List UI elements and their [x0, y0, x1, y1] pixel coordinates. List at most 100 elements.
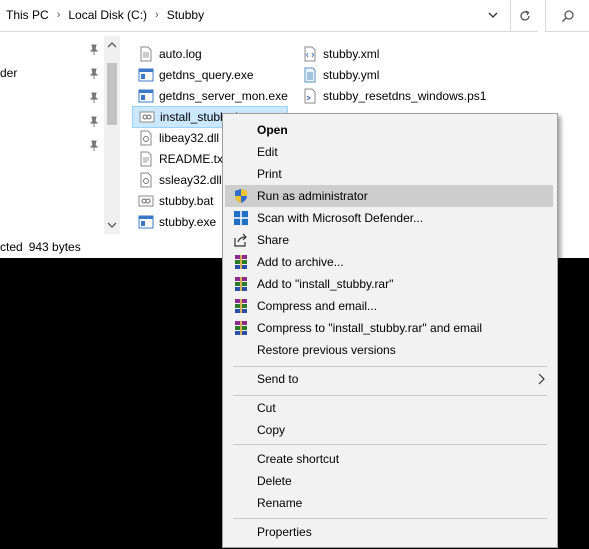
- pin-icon: [89, 44, 99, 55]
- dll-file-icon: [140, 130, 152, 146]
- breadcrumb-stubby[interactable]: Stubby: [167, 8, 204, 22]
- menu-item-open[interactable]: Open: [225, 119, 553, 141]
- menu-item-label: Restore previous versions: [257, 343, 396, 357]
- winrar-icon: [235, 299, 247, 313]
- status-selected-text: cted: [0, 240, 23, 254]
- menu-item-cut[interactable]: Cut: [225, 397, 553, 419]
- refresh-button[interactable]: [510, 0, 538, 32]
- menu-item-run-as-administrator[interactable]: Run as administrator: [225, 185, 553, 207]
- menu-item-label: Create shortcut: [257, 452, 340, 466]
- menu-item-label: Share: [257, 233, 290, 247]
- breadcrumb-local-disk[interactable]: Local Disk (C:): [68, 8, 147, 22]
- navigation-pane: der: [0, 32, 120, 238]
- menu-item-print[interactable]: Print: [225, 163, 553, 185]
- breadcrumb-this-pc[interactable]: This PC: [6, 8, 49, 22]
- winrar-icon: [235, 277, 247, 291]
- status-size: 943 bytes: [28, 240, 81, 254]
- menu-item-add-to-archive[interactable]: Add to archive...: [225, 251, 553, 273]
- menu-item-label: Open: [257, 123, 288, 137]
- menu-item-share[interactable]: Share: [225, 229, 553, 251]
- pin-icon: [89, 140, 99, 151]
- file-item[interactable]: stubby.exe: [132, 212, 216, 232]
- menu-separator: [233, 395, 547, 396]
- menu-item-edit[interactable]: Edit: [225, 141, 553, 163]
- breadcrumb-separator-icon[interactable]: ›: [57, 9, 61, 21]
- menu-item-send-to[interactable]: Send to: [225, 368, 553, 390]
- menu-item-label: Properties: [257, 525, 312, 539]
- nav-scrollbar[interactable]: [104, 36, 120, 234]
- file-item[interactable]: README.txt: [132, 149, 226, 169]
- file-name: getdns_query.exe: [159, 68, 254, 82]
- scroll-down-icon[interactable]: [107, 220, 117, 230]
- menu-item-properties[interactable]: Properties: [225, 521, 553, 543]
- file-item[interactable]: auto.log: [132, 44, 202, 64]
- file-name: auto.log: [159, 47, 202, 61]
- pin-icon: [89, 92, 99, 103]
- bat-file-icon: [139, 111, 155, 123]
- file-item[interactable]: stubby.xml: [296, 44, 379, 64]
- scroll-up-icon[interactable]: [107, 40, 117, 50]
- pin-icon: [89, 68, 99, 79]
- exe-file-icon: [138, 89, 154, 103]
- menu-item-restore-previous-versions[interactable]: Restore previous versions: [225, 339, 553, 361]
- file-name: stubby.exe: [159, 215, 217, 229]
- file-name: stubby.yml: [323, 68, 380, 82]
- menu-item-label: Cut: [257, 401, 276, 415]
- menu-item-rename[interactable]: Rename: [225, 492, 553, 514]
- menu-item-add-to-rar[interactable]: Add to "install_stubby.rar": [225, 273, 553, 295]
- ps1-file-icon: [304, 88, 316, 104]
- menu-item-label: Print: [257, 167, 282, 181]
- menu-item-label: Copy: [257, 423, 286, 437]
- file-name: libeay32.dll: [159, 131, 220, 145]
- file-item[interactable]: libeay32.dll: [132, 128, 219, 148]
- context-menu: Open Edit Print Run as administrator Sca…: [222, 113, 558, 548]
- menu-item-label: Add to archive...: [257, 255, 344, 269]
- menu-item-compress-rar-email[interactable]: Compress to "install_stubby.rar" and ema…: [225, 317, 553, 339]
- address-history-chevron-icon[interactable]: [486, 8, 500, 22]
- file-item[interactable]: stubby.yml: [296, 65, 379, 85]
- scrollbar-thumb[interactable]: [107, 63, 117, 125]
- menu-item-label: Send to: [257, 372, 299, 386]
- file-name: stubby.xml: [323, 47, 380, 61]
- search-icon: [562, 9, 574, 22]
- menu-item-compress-email[interactable]: Compress and email...: [225, 295, 553, 317]
- txt-file-icon: [140, 151, 152, 167]
- status-bar: cted 943 bytes: [0, 238, 81, 256]
- nav-item-label[interactable]: der: [0, 66, 17, 80]
- menu-item-label: Delete: [257, 474, 292, 488]
- dll-file-icon: [140, 172, 152, 188]
- file-item[interactable]: stubby.bat: [132, 191, 213, 211]
- breadcrumb: This PC › Local Disk (C:) › Stubby: [6, 8, 204, 22]
- file-name: README.txt: [159, 152, 227, 166]
- menu-item-scan-defender[interactable]: Scan with Microsoft Defender...: [225, 207, 553, 229]
- refresh-icon: [519, 9, 530, 21]
- menu-item-copy[interactable]: Copy: [225, 419, 553, 441]
- xml-file-icon: [304, 46, 316, 62]
- menu-item-create-shortcut[interactable]: Create shortcut: [225, 448, 553, 470]
- defender-icon: [234, 211, 248, 225]
- bat-file-icon: [138, 195, 154, 207]
- address-bar[interactable]: This PC › Local Disk (C:) › Stubby: [0, 0, 511, 32]
- file-name: ssleay32.dll: [159, 173, 222, 187]
- file-item[interactable]: getdns_server_mon.exe: [132, 86, 288, 106]
- file-name: stubby_resetdns_windows.ps1: [323, 89, 487, 103]
- menu-item-delete[interactable]: Delete: [225, 470, 553, 492]
- menu-item-label: Rename: [257, 496, 303, 510]
- file-name: getdns_server_mon.exe: [159, 89, 288, 103]
- menu-separator: [233, 444, 547, 445]
- menu-item-label: Compress to "install_stubby.rar" and ema…: [257, 321, 483, 335]
- menu-item-label: Run as administrator: [257, 189, 368, 203]
- menu-item-label: Add to "install_stubby.rar": [257, 277, 394, 291]
- winrar-icon: [235, 255, 247, 269]
- yml-file-icon: [304, 67, 316, 83]
- pin-icon: [89, 116, 99, 127]
- menu-item-label: Scan with Microsoft Defender...: [257, 211, 424, 225]
- breadcrumb-separator-icon[interactable]: ›: [155, 9, 159, 21]
- menu-separator: [233, 366, 547, 367]
- file-item[interactable]: ssleay32.dll: [132, 170, 222, 190]
- file-item[interactable]: getdns_query.exe: [132, 65, 254, 85]
- search-box[interactable]: [545, 0, 589, 32]
- file-item[interactable]: stubby_resetdns_windows.ps1: [296, 86, 486, 106]
- file-name: stubby.bat: [159, 194, 214, 208]
- share-icon: [234, 233, 247, 247]
